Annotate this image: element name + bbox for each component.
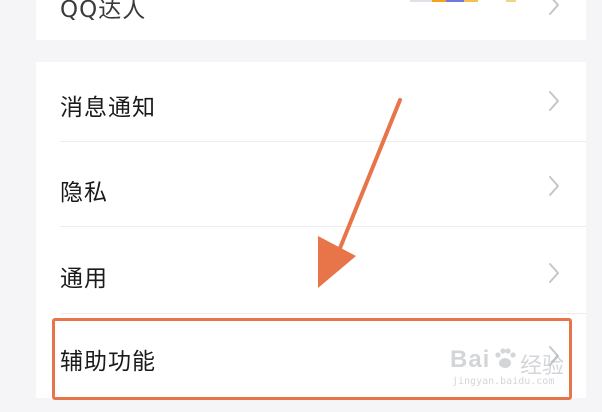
row-divider	[60, 313, 586, 314]
thumbnail	[506, 0, 516, 2]
right-margin	[586, 0, 602, 412]
settings-row-label: 消息通知	[60, 95, 156, 121]
chevron-right-icon	[549, 176, 559, 196]
settings-row-general[interactable]: 通用	[36, 228, 586, 314]
settings-row-label: 隐私	[60, 180, 108, 206]
settings-row-privacy[interactable]: 隐私	[36, 143, 586, 227]
chevron-right-icon	[549, 0, 559, 15]
settings-row-qq-daren[interactable]: QQ达人	[36, 0, 586, 40]
left-margin	[0, 0, 36, 412]
settings-row-label: 辅助功能	[60, 349, 156, 375]
paw-icon	[495, 348, 516, 368]
chevron-right-icon	[549, 263, 559, 283]
badge-thumbnails	[410, 0, 530, 2]
baidu-jingyan-watermark: Bai 经验 jingyan.baidu.com	[450, 346, 568, 392]
settings-row-notifications[interactable]: 消息通知	[36, 62, 586, 142]
settings-row-label: QQ达人	[60, 0, 147, 23]
watermark-domain: jingyan.baidu.com	[452, 376, 555, 387]
section-gap-bottom	[36, 398, 586, 412]
row-divider	[60, 226, 586, 227]
chevron-right-icon	[549, 91, 559, 111]
section-gap	[36, 40, 586, 62]
watermark-brand: Bai	[450, 346, 491, 373]
thumbnail	[464, 0, 478, 2]
thumbnail	[432, 0, 446, 2]
row-divider	[60, 141, 586, 142]
thumbnail	[410, 0, 432, 2]
settings-row-label: 通用	[60, 266, 108, 292]
thumbnail	[446, 0, 464, 2]
